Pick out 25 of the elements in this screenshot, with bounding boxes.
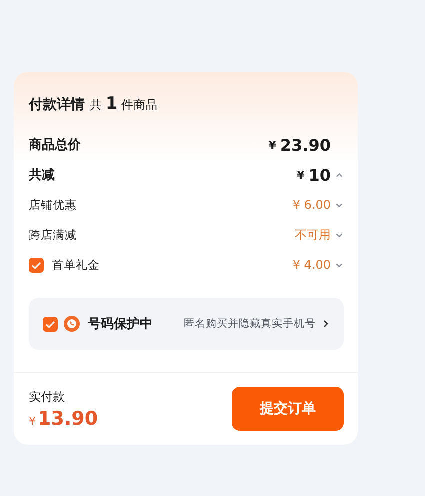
discount-label: 跨店满减 [29,228,77,242]
discount-value[interactable]: ¥ 4.00 [292,258,331,272]
chevron-right-icon [322,319,330,329]
currency-sign: ¥ [297,168,305,182]
protection-note: 匿名购买并隐藏真实手机号 [184,317,316,331]
discount-value[interactable]: 不可用 [295,226,331,244]
discount-label: 首单礼金 [52,258,100,272]
protection-title: 号码保护中 [88,316,153,333]
discount-label: 店铺优惠 [29,198,77,212]
total-amount: 23.90 [280,136,331,154]
item-count: 共 1 件商品 [90,94,158,114]
section-title: 付款详情 [29,96,85,114]
total-paid-label: 实付款 [29,388,66,406]
currency-sign: ¥ [268,138,276,152]
checkbox[interactable] [29,258,44,272]
caret-icon[interactable] [335,170,344,180]
currency-sign: ¥ [29,414,36,428]
submit-order-button[interactable]: 提交订单 [232,387,344,431]
total-paid-amount: 13.90 [38,408,98,430]
number-protection-panel[interactable]: 号码保护中 匿名购买并隐藏真实手机号 [29,298,344,350]
total-amount: 10 [308,166,331,184]
discount-value[interactable]: ¥ 6.00 [292,198,331,212]
checkbox[interactable] [43,316,58,332]
total-label: 商品总价 [29,136,81,154]
total-label: 共减 [29,167,55,184]
